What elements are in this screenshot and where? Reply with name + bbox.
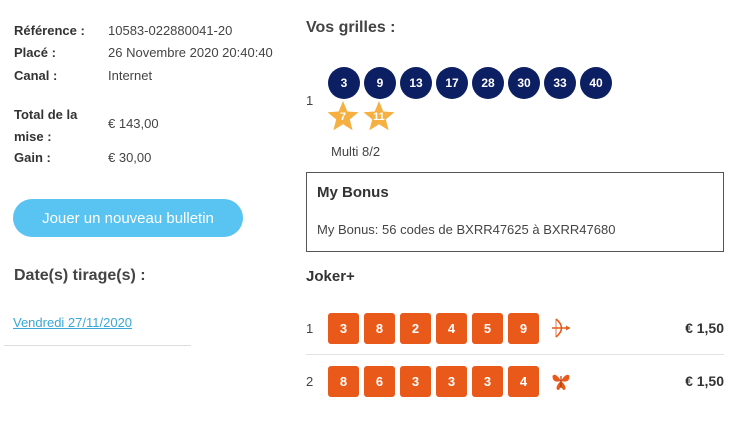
joker-index: 1 [306, 321, 314, 336]
number-ball: 3 [328, 67, 360, 99]
reference-value: 10583-022880041-20 [108, 23, 233, 38]
number-ball: 40 [580, 67, 612, 99]
gain-label: Gain : [14, 150, 51, 165]
butterfly-icon [552, 374, 570, 390]
number-ball: 33 [544, 67, 576, 99]
star-icon: 7 [326, 100, 360, 134]
joker-row: 2 8 6 3 3 3 4 € 1,50 [306, 364, 724, 400]
grid-index: 1 [306, 93, 314, 108]
joker-digit: 8 [328, 366, 359, 397]
joker-digit: 3 [328, 313, 359, 344]
joker-digit: 3 [436, 366, 467, 397]
star-icon: 11 [362, 100, 396, 134]
joker-digit: 9 [508, 313, 539, 344]
joker-digit: 4 [436, 313, 467, 344]
joker-digit: 4 [508, 366, 539, 397]
gain-value: € 30,00 [108, 150, 152, 165]
joker-row: 1 3 8 2 4 5 9 € 1,50 [306, 311, 724, 347]
joker-digit: 8 [364, 313, 395, 344]
number-ball: 17 [436, 67, 468, 99]
bonus-title: My Bonus [317, 184, 389, 201]
star-number: 11 [373, 111, 385, 123]
bow-arrow-icon [552, 318, 570, 338]
grids-title: Vos grilles : [306, 19, 396, 36]
draw-dates-title: Date(s) tirage(s) : [14, 267, 146, 284]
new-bet-button[interactable]: Jouer un nouveau bulletin [13, 199, 243, 237]
number-ball: 9 [364, 67, 396, 99]
joker-price: € 1,50 [685, 320, 724, 336]
total-label: Total de la mise : [14, 107, 78, 144]
number-ball: 30 [508, 67, 540, 99]
bonus-text: My Bonus: 56 codes de BXRR47625 à BXRR47… [317, 222, 616, 237]
joker-digit: 6 [364, 366, 395, 397]
channel-value: Internet [108, 68, 153, 83]
joker-digit: 2 [400, 313, 431, 344]
total-value: € 143,00 [108, 116, 159, 131]
bonus-panel: My Bonus My Bonus: 56 codes de BXRR47625… [306, 172, 724, 252]
channel-label: Canal : [14, 68, 58, 83]
divider [4, 345, 191, 346]
joker-digit: 5 [472, 313, 503, 344]
placed-value: 26 Novembre 2020 20:40:40 [108, 45, 273, 60]
joker-digit: 3 [472, 366, 503, 397]
draw-date-link[interactable]: Vendredi 27/11/2020 [13, 315, 132, 330]
placed-label: Placé : [14, 45, 56, 60]
joker-digit: 3 [400, 366, 431, 397]
reference-label: Référence : [14, 23, 85, 38]
star-number: 7 [339, 111, 347, 123]
number-ball: 13 [400, 67, 432, 99]
joker-title: Joker+ [306, 268, 355, 285]
grid-type: Multi 8/2 [331, 144, 381, 159]
divider [306, 354, 724, 355]
joker-price: € 1,50 [685, 373, 724, 389]
number-ball: 28 [472, 67, 504, 99]
joker-index: 2 [306, 374, 314, 389]
